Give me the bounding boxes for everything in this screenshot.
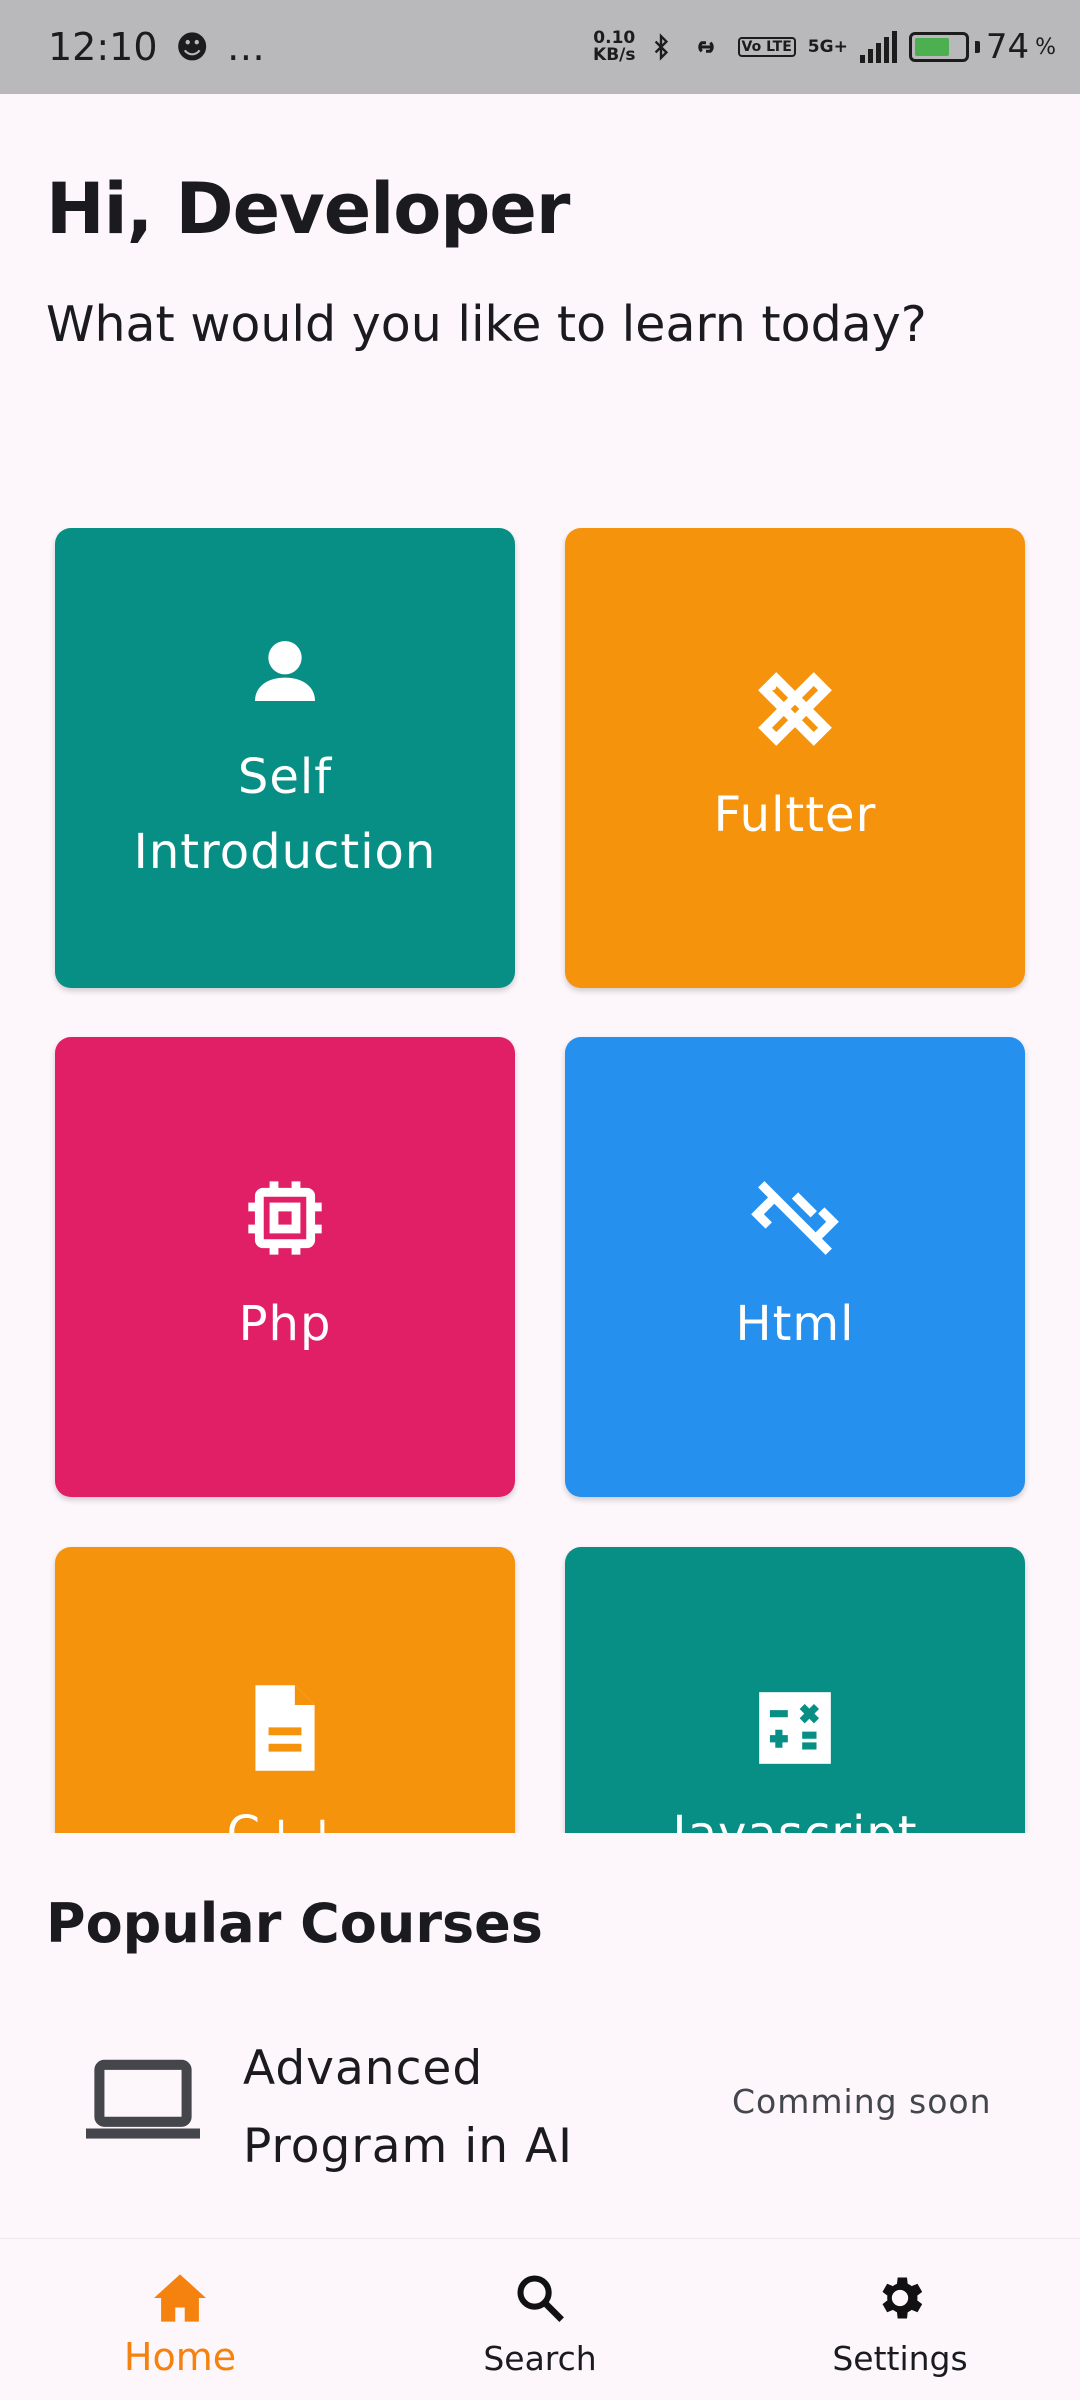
notification-icon: ☻ — [175, 28, 209, 66]
more-notifications: … — [226, 25, 265, 69]
network-type: 5G+ — [807, 37, 848, 57]
signal-strength-icon — [859, 31, 897, 63]
person-icon — [240, 626, 330, 716]
network-speed: 0.10 KB/s — [593, 30, 635, 64]
laptop-icon — [86, 2058, 200, 2142]
course-status: Comming soon — [732, 2082, 992, 2121]
battery-fill — [914, 38, 949, 56]
popular-courses-heading: Popular Courses — [46, 1892, 543, 1955]
nav-item-search[interactable]: Search — [360, 2239, 720, 2400]
category-label: Html — [735, 1295, 855, 1352]
category-label: Php — [238, 1295, 332, 1352]
volte-badge: Vo LTE — [737, 37, 796, 57]
gear-icon — [871, 2269, 929, 2327]
category-card-php[interactable]: Php — [55, 1037, 515, 1497]
category-label: Javascript — [612, 1797, 977, 1834]
clock: 12:10 — [48, 25, 158, 69]
status-left: 12:10 ☻ … — [48, 25, 265, 69]
category-card-cpp[interactable]: C++ — [55, 1547, 515, 1833]
battery-percent: 74 — [985, 27, 1030, 67]
nav-item-settings[interactable]: Settings — [720, 2239, 1080, 2400]
category-card-fultter[interactable]: Fultter — [565, 528, 1025, 988]
battery-cap — [974, 41, 980, 53]
category-card-self-introduction[interactable]: Self Introduction — [55, 528, 515, 988]
course-title: Advanced Program in AI — [243, 2041, 574, 2174]
nav-label-search: Search — [483, 2339, 597, 2378]
battery-indicator: 74% — [908, 27, 1056, 67]
calculator-icon — [750, 1683, 840, 1773]
nav-label-home: Home — [123, 2335, 237, 2379]
course-list-item[interactable]: Advanced Program in AI Comming soon — [0, 2010, 1080, 2190]
code-off-icon — [750, 1173, 840, 1263]
search-icon — [511, 2269, 569, 2327]
bluetooth-icon — [654, 33, 668, 61]
link-icon — [697, 41, 714, 53]
nav-label-settings: Settings — [832, 2339, 968, 2378]
category-label: C++ — [167, 1797, 404, 1834]
status-bar: 12:10 ☻ … 0.10 KB/s Vo LTE 5G+ 74% — [0, 0, 1080, 94]
network-speed-unit: KB/s — [593, 45, 636, 65]
category-grid[interactable]: Self Introduction Fultter Php Html C++ J… — [0, 528, 1080, 1833]
battery-icon — [908, 32, 969, 62]
category-card-javascript[interactable]: Javascript — [565, 1547, 1025, 1833]
greeting-subtitle: What would you like to learn today? — [46, 296, 927, 353]
tools-icon — [750, 664, 840, 754]
category-label: Self Introduction — [133, 749, 437, 880]
nav-item-home[interactable]: Home — [0, 2239, 360, 2400]
document-icon — [240, 1683, 330, 1773]
bottom-navigation: Home Search Settings — [0, 2238, 1080, 2400]
category-card-html[interactable]: Html — [565, 1037, 1025, 1497]
chip-icon — [240, 1173, 330, 1263]
home-icon — [151, 2269, 209, 2327]
battery-percent-suffix: % — [1035, 34, 1056, 60]
status-right: 0.10 KB/s Vo LTE 5G+ 74% — [593, 27, 1056, 67]
greeting-title: Hi, Developer — [46, 168, 570, 250]
category-label: Fultter — [713, 786, 877, 843]
